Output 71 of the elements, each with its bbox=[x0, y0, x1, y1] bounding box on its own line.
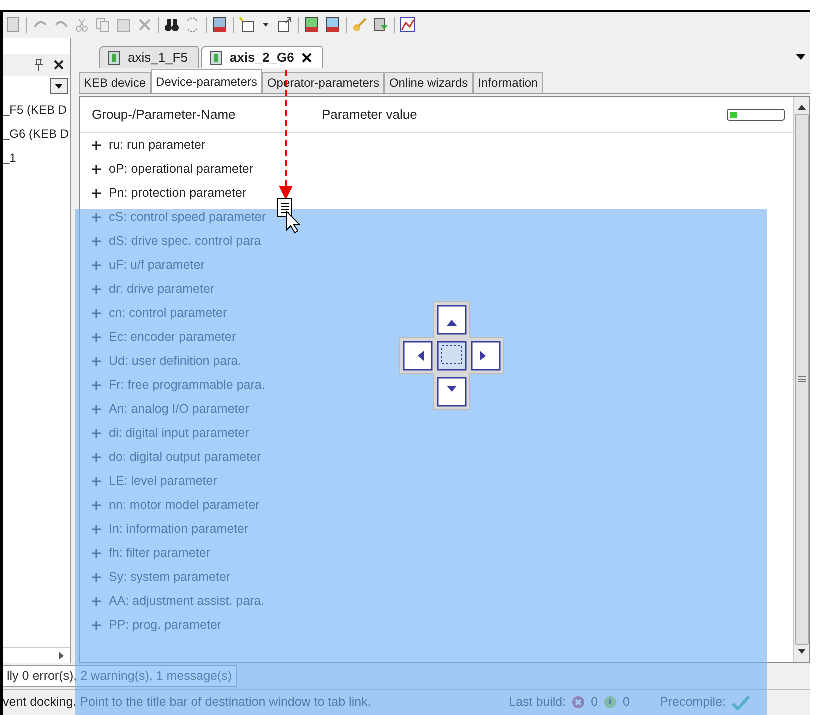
tree-item[interactable]: cn: control parameter bbox=[109, 304, 228, 322]
drag-cursor-icon bbox=[277, 198, 303, 234]
tree-item[interactable]: Sy: system parameter bbox=[109, 568, 231, 586]
tree-item[interactable]: do: digital output parameter bbox=[109, 448, 262, 466]
tree-item[interactable]: nn: motor model parameter bbox=[109, 496, 260, 514]
tree-item[interactable]: Ec: encoder parameter bbox=[109, 328, 236, 346]
tree-item[interactable]: cS: control speed parameter bbox=[109, 208, 266, 226]
scroll-up-icon[interactable] bbox=[798, 105, 806, 110]
tab[interactable]: KEB device bbox=[79, 72, 152, 93]
tree-item[interactable]: Ud: user definition para. bbox=[109, 352, 242, 370]
tree-item[interactable]: AA: adjustment assist. para. bbox=[109, 592, 265, 610]
dropdown-button[interactable] bbox=[50, 78, 68, 94]
column-header: Parameter value bbox=[322, 106, 418, 124]
scrollbar[interactable] bbox=[793, 97, 809, 662]
tree-item[interactable]: Pn: protection parameter bbox=[109, 184, 247, 202]
tab[interactable]: Information bbox=[473, 72, 544, 93]
clipboard-icon[interactable] bbox=[116, 17, 132, 33]
expand-icon[interactable] bbox=[92, 188, 101, 198]
binoculars-icon[interactable] bbox=[164, 17, 180, 33]
tree-item[interactable]: _F5 (KEB D bbox=[3, 98, 70, 122]
tree-item[interactable]: oP: operational parameter bbox=[109, 160, 254, 178]
column-header: Group-/Parameter-Name bbox=[92, 106, 237, 124]
status-message: vent docking. Point to the title bar of destination window to tab link. bbox=[3, 694, 372, 712]
pin-icon[interactable] bbox=[34, 59, 44, 71]
tree-item[interactable]: PP: prog. parameter bbox=[109, 616, 222, 634]
dropdown-arrow-icon[interactable] bbox=[796, 54, 806, 60]
chart-icon[interactable] bbox=[400, 17, 416, 33]
checkmark-icon bbox=[732, 696, 750, 710]
warning-count: 0 bbox=[623, 694, 630, 712]
tree-item[interactable]: uF: u/f parameter bbox=[109, 256, 205, 274]
delete-icon[interactable] bbox=[137, 17, 153, 33]
meter-icon bbox=[727, 108, 785, 120]
tree-item[interactable]: _G6 (KEB D bbox=[3, 122, 70, 146]
error-icon bbox=[572, 696, 586, 709]
status-label: Precompile: bbox=[660, 694, 726, 712]
tab[interactable]: Online wizards bbox=[384, 72, 474, 93]
document-tab[interactable]: axis_2_G6 bbox=[200, 46, 324, 68]
caret-icon bbox=[55, 84, 63, 88]
tree-item[interactable]: di: digital input parameter bbox=[109, 424, 250, 442]
device-icon bbox=[108, 50, 120, 64]
close-icon[interactable] bbox=[302, 52, 312, 62]
tree-item[interactable]: In: information parameter bbox=[109, 520, 249, 538]
key-icon[interactable] bbox=[352, 17, 368, 33]
expand-icon[interactable] bbox=[92, 140, 101, 150]
tree-item[interactable]: Fr: free programmable para. bbox=[109, 376, 266, 394]
device-icon[interactable] bbox=[212, 17, 228, 33]
grip-icon bbox=[798, 376, 806, 383]
error-count: 0 bbox=[591, 694, 598, 712]
tree-item[interactable]: ru: run parameter bbox=[109, 136, 206, 154]
output-tab[interactable]: lly 0 error(s), 2 warning(s), 1 message(s) bbox=[3, 664, 238, 688]
scissors-icon[interactable] bbox=[74, 17, 90, 33]
tree-item[interactable]: LE: level parameter bbox=[109, 472, 218, 490]
document-icon[interactable] bbox=[5, 17, 21, 33]
tree-item[interactable]: _1 bbox=[3, 146, 70, 170]
tab[interactable]: Device-parameters bbox=[151, 69, 262, 93]
download-icon[interactable] bbox=[373, 17, 389, 33]
document-tab[interactable]: axis_1_F5 bbox=[99, 46, 199, 68]
tree-item[interactable]: An: analog I/O parameter bbox=[109, 400, 250, 418]
close-icon[interactable] bbox=[54, 60, 64, 70]
tree-item[interactable]: fh: filter parameter bbox=[109, 544, 210, 562]
device-icon bbox=[210, 50, 222, 64]
expand-icon[interactable] bbox=[92, 164, 101, 174]
export-icon[interactable] bbox=[277, 17, 293, 33]
scroll-right-icon[interactable] bbox=[59, 652, 64, 660]
copy-icon[interactable] bbox=[95, 17, 111, 33]
tree-item[interactable]: dS: drive spec. control para bbox=[109, 232, 262, 250]
tree-item[interactable]: dr: drive parameter bbox=[109, 280, 215, 298]
status-label: Last build: bbox=[509, 694, 566, 712]
warning-icon bbox=[604, 696, 618, 709]
scrollbar-thumb[interactable] bbox=[794, 114, 808, 645]
scroll-down-icon[interactable] bbox=[798, 649, 806, 654]
